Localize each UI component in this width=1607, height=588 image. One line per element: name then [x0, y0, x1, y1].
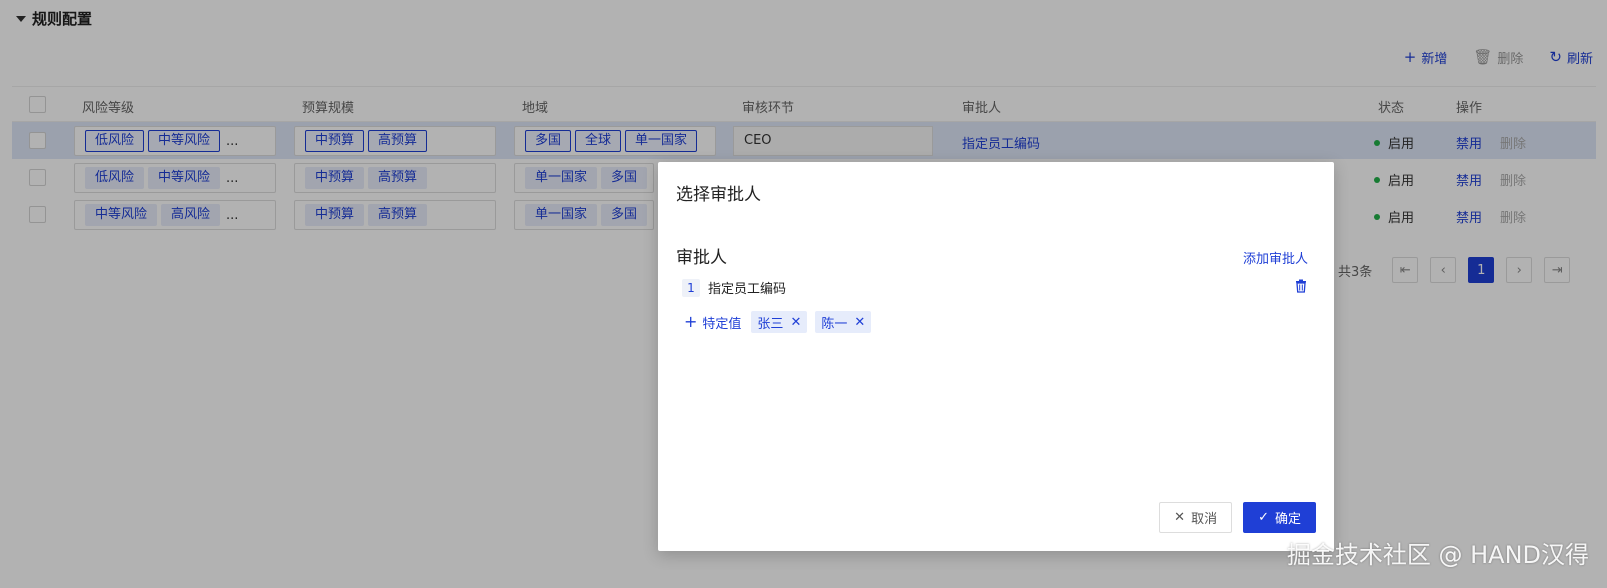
trash-icon[interactable]	[1294, 279, 1308, 297]
approver-item: 1 指定员工编码	[682, 278, 786, 297]
select-approver-modal: 选择审批人 审批人 添加审批人 1 指定员工编码 + 特定值 张三 ✕ 陈一 ✕…	[658, 162, 1334, 551]
watermark: 掘金技术社区 @ HAND汉得	[1286, 541, 1589, 569]
value-chip: 陈一 ✕	[815, 311, 872, 333]
modal-title: 选择审批人	[676, 185, 761, 205]
confirm-button[interactable]: ✓ 确定	[1243, 502, 1316, 533]
approver-name: 指定员工编码	[708, 282, 787, 297]
close-icon[interactable]: ✕	[854, 315, 865, 330]
modal-footer: ✕ 取消 ✓ 确定	[1159, 502, 1316, 533]
close-icon[interactable]: ✕	[790, 315, 801, 330]
add-special-value-button[interactable]: + 特定值	[684, 313, 741, 332]
value-chip: 张三 ✕	[751, 311, 808, 333]
approver-index: 1	[682, 278, 700, 297]
plus-icon: +	[684, 312, 698, 331]
chip-label: 陈一	[821, 316, 848, 332]
value-row: + 特定值 张三 ✕ 陈一 ✕	[684, 311, 872, 333]
approver-section-label: 审批人	[676, 248, 727, 268]
chip-label: 张三	[757, 316, 784, 332]
add-approver-link[interactable]: 添加审批人	[1243, 248, 1308, 267]
check-icon: ✓	[1258, 510, 1269, 525]
cancel-label: 取消	[1191, 512, 1218, 527]
cancel-button[interactable]: ✕ 取消	[1159, 502, 1233, 533]
confirm-label: 确定	[1274, 512, 1301, 527]
add-special-label: 特定值	[702, 316, 742, 332]
close-icon: ✕	[1174, 510, 1186, 525]
